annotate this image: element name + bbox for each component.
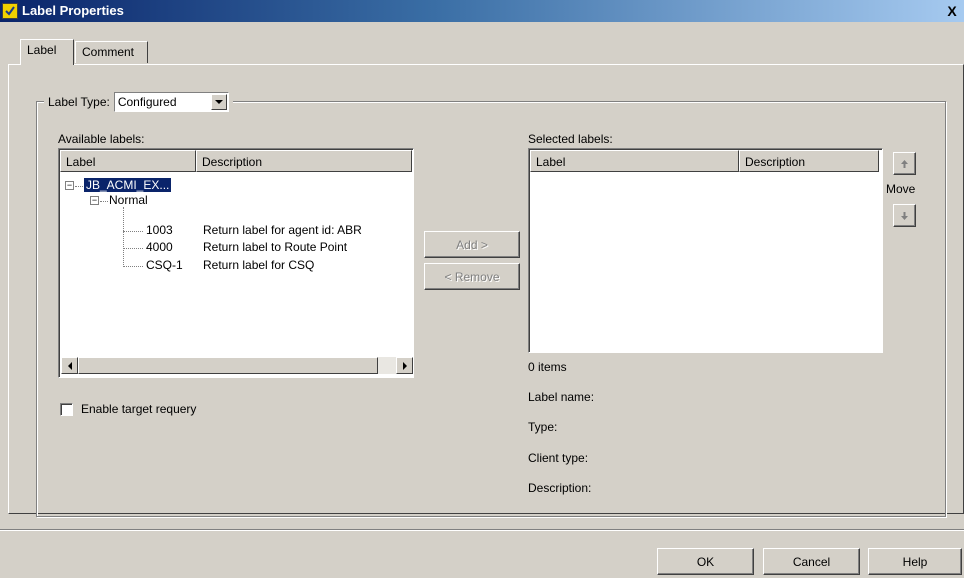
arrow-down-icon (901, 211, 908, 220)
collapse-icon[interactable]: − (90, 196, 99, 205)
available-col-label[interactable]: Label (60, 150, 196, 172)
label-type-dropdown[interactable]: Configured (113, 92, 229, 112)
move-up-button[interactable] (893, 152, 916, 175)
enable-requery-checkbox[interactable] (60, 403, 73, 416)
help-button[interactable]: Help (868, 548, 962, 575)
client-type-label: Client type: (528, 451, 589, 465)
tree-line (123, 248, 143, 249)
cancel-button[interactable]: Cancel (763, 548, 860, 575)
move-label: Move (886, 182, 916, 196)
scroll-left-icon[interactable] (61, 357, 78, 374)
selected-labels-heading: Selected labels: (528, 132, 613, 146)
tree-item-label[interactable]: 1003 (146, 223, 173, 237)
ok-button[interactable]: OK (657, 548, 754, 575)
selected-count: 0 items (528, 360, 567, 374)
type-label: Type: (528, 420, 558, 434)
tab-label[interactable]: Label (20, 39, 74, 65)
horizontal-scrollbar[interactable] (61, 357, 413, 374)
selected-col-label[interactable]: Label (530, 150, 739, 172)
tree-line (75, 186, 83, 187)
available-labels-list[interactable]: Label Description − JB_ACMI_EX... − Norm… (58, 148, 414, 378)
move-down-button[interactable] (893, 204, 916, 227)
tree-line (100, 201, 108, 202)
tab-comment[interactable]: Comment (75, 41, 148, 63)
tree-root-label: JB_ACMI_EX... (82, 177, 173, 193)
available-col-description[interactable]: Description (196, 150, 412, 172)
label-type-label: Label Type: (48, 95, 110, 109)
tree-line (123, 207, 124, 267)
title-bar: Label Properties (0, 0, 964, 22)
selected-labels-list[interactable]: Label Description (528, 148, 883, 353)
arrow-up-icon (901, 159, 908, 168)
window-title: Label Properties (22, 3, 124, 18)
tree-root-node[interactable]: JB_ACMI_EX... (82, 177, 173, 193)
tree-item-label[interactable]: CSQ-1 (146, 258, 183, 272)
tree-line (123, 266, 143, 267)
tree-item-description: Return label for agent id: ABR (203, 223, 362, 237)
description-label: Description: (528, 481, 592, 495)
tree-item-description: Return label to Route Point (203, 240, 348, 254)
collapse-icon[interactable]: − (65, 181, 74, 190)
enable-requery-label[interactable]: Enable target requery (81, 402, 196, 416)
label-name-label: Label name: (528, 390, 595, 404)
tree-item-label[interactable]: 4000 (146, 240, 173, 254)
tree-group-node[interactable]: Normal (109, 193, 148, 207)
add-button[interactable]: Add > (424, 231, 520, 258)
footer-separator (0, 529, 964, 531)
label-type-legend: Label Type: Configured (44, 91, 233, 113)
remove-button[interactable]: < Remove (424, 263, 520, 290)
selected-col-description[interactable]: Description (739, 150, 879, 172)
scrollbar-thumb[interactable] (78, 357, 378, 374)
app-icon (2, 3, 18, 19)
label-type-value: Configured (117, 95, 177, 109)
chevron-down-icon[interactable] (210, 94, 227, 110)
tree-line (123, 231, 143, 232)
tree-item-description: Return label for CSQ (203, 258, 315, 272)
scroll-right-icon[interactable] (396, 357, 413, 374)
close-button[interactable]: X (943, 3, 961, 19)
available-labels-heading: Available labels: (58, 132, 145, 146)
